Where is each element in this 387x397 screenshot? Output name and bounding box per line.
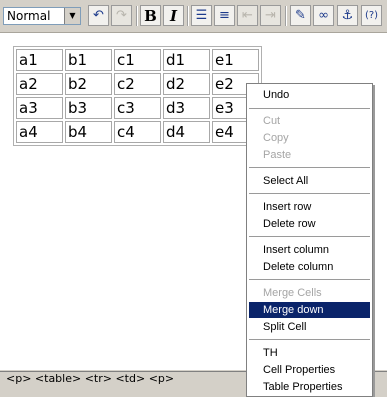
menu-separator bbox=[249, 339, 370, 340]
table-cell[interactable]: c1 bbox=[114, 49, 161, 71]
menu-item-merge-down[interactable]: Merge down bbox=[249, 302, 370, 318]
menu-separator bbox=[249, 167, 370, 168]
toolbar-separator bbox=[285, 6, 287, 26]
format-select-value: Normal bbox=[7, 9, 51, 23]
table-cell[interactable]: b1 bbox=[65, 49, 112, 71]
table-cell[interactable]: d3 bbox=[163, 97, 210, 119]
redo-icon[interactable]: ↷ bbox=[111, 5, 132, 26]
table-cell[interactable]: c2 bbox=[114, 73, 161, 95]
toolbar-separator bbox=[136, 6, 138, 26]
table-cell[interactable]: a3 bbox=[16, 97, 63, 119]
menu-item-undo[interactable]: Undo bbox=[249, 87, 370, 103]
menu-item-th[interactable]: TH bbox=[249, 345, 370, 361]
menu-item-table-properties[interactable]: Table Properties bbox=[249, 379, 370, 395]
menu-item-cut[interactable]: Cut bbox=[249, 113, 370, 129]
menu-item-split-cell[interactable]: Split Cell bbox=[249, 319, 370, 335]
table-row: a1 b1 c1 d1 e1 bbox=[16, 49, 259, 71]
table-row: a4 b4 c4 d4 e4 bbox=[16, 121, 259, 143]
context-menu: Undo Cut Copy Paste Select All Insert ro… bbox=[246, 83, 373, 397]
table-cell[interactable]: e1 bbox=[212, 49, 259, 71]
attachment-icon[interactable]: ✎ bbox=[290, 5, 311, 26]
menu-separator bbox=[249, 193, 370, 194]
italic-icon[interactable]: I bbox=[163, 5, 184, 26]
format-select[interactable]: Normal ▼ bbox=[3, 7, 81, 25]
table-row: a3 b3 c3 d3 e3 bbox=[16, 97, 259, 119]
ordered-list-icon[interactable]: ☰ bbox=[191, 5, 212, 26]
table-cell[interactable]: d4 bbox=[163, 121, 210, 143]
table-cell[interactable]: d1 bbox=[163, 49, 210, 71]
table-row: a2 b2 c2 d2 e2 bbox=[16, 73, 259, 95]
table-cell[interactable]: b4 bbox=[65, 121, 112, 143]
menu-item-delete-row[interactable]: Delete row bbox=[249, 216, 370, 232]
element-path: <p> <table> <tr> <td> <p> bbox=[6, 372, 175, 385]
table-cell[interactable]: c4 bbox=[114, 121, 161, 143]
table-cell[interactable]: a2 bbox=[16, 73, 63, 95]
anchor-icon[interactable]: ⚓ bbox=[337, 5, 358, 26]
link-icon[interactable]: ∞ bbox=[313, 5, 334, 26]
table-cell[interactable]: b2 bbox=[65, 73, 112, 95]
content-table[interactable]: a1 b1 c1 d1 e1 a2 b2 c2 d2 e2 a3 b3 c3 d… bbox=[13, 46, 262, 146]
menu-item-select-all[interactable]: Select All bbox=[249, 173, 370, 189]
chevron-down-icon[interactable]: ▼ bbox=[64, 8, 80, 24]
table-cell[interactable]: a4 bbox=[16, 121, 63, 143]
undo-icon[interactable]: ↶ bbox=[88, 5, 109, 26]
menu-item-copy[interactable]: Copy bbox=[249, 130, 370, 146]
menu-item-paste[interactable]: Paste bbox=[249, 147, 370, 163]
menu-item-insert-column[interactable]: Insert column bbox=[249, 242, 370, 258]
table-cell[interactable]: d2 bbox=[163, 73, 210, 95]
help-icon[interactable]: (?) bbox=[361, 5, 382, 26]
menu-item-delete-column[interactable]: Delete column bbox=[249, 259, 370, 275]
unordered-list-icon[interactable]: ≡ bbox=[214, 5, 235, 26]
menu-item-insert-row[interactable]: Insert row bbox=[249, 199, 370, 215]
menu-item-cell-properties[interactable]: Cell Properties bbox=[249, 362, 370, 378]
editor-toolbar: Normal ▼ ↶ ↷ B I ☰ ≡ ⇤ ⇥ ✎ ∞ ⚓ (?) bbox=[0, 0, 387, 33]
bold-icon[interactable]: B bbox=[140, 5, 161, 26]
toolbar-separator bbox=[187, 6, 189, 26]
table-cell[interactable]: a1 bbox=[16, 49, 63, 71]
table-cell[interactable]: c3 bbox=[114, 97, 161, 119]
menu-item-merge-cells[interactable]: Merge Cells bbox=[249, 285, 370, 301]
table-cell[interactable]: b3 bbox=[65, 97, 112, 119]
menu-separator bbox=[249, 236, 370, 237]
outdent-icon[interactable]: ⇤ bbox=[237, 5, 258, 26]
menu-separator bbox=[249, 279, 370, 280]
indent-icon[interactable]: ⇥ bbox=[260, 5, 281, 26]
menu-separator bbox=[249, 108, 370, 109]
